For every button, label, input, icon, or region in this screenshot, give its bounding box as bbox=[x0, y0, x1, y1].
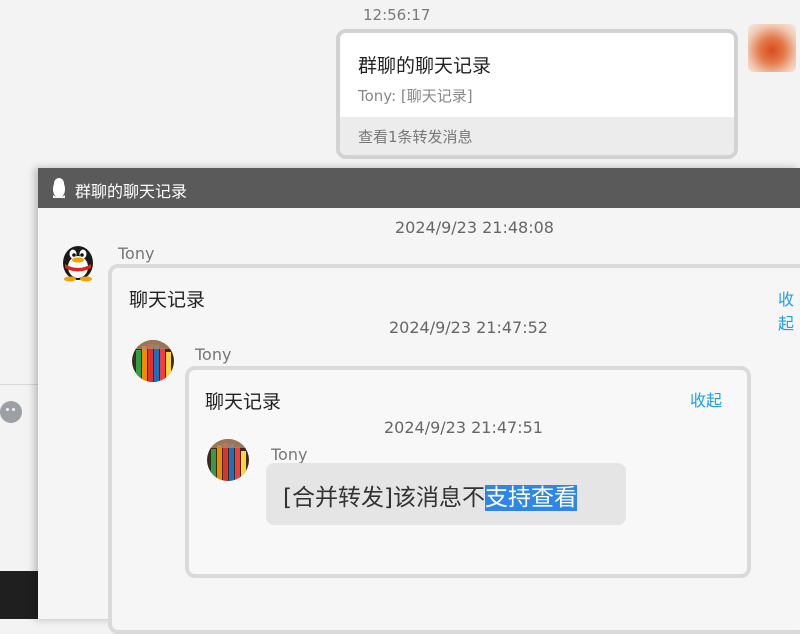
pencil-avatar[interactable] bbox=[207, 439, 249, 481]
forwarded-chat-card[interactable]: 群聊的聊天记录 Tony: [聊天记录] 查看1条转发消息 bbox=[336, 29, 738, 159]
collapse-link[interactable]: 收起 bbox=[778, 286, 800, 334]
penguin-avatar[interactable] bbox=[56, 238, 100, 282]
message-timestamp: 12:56:17 bbox=[363, 6, 431, 24]
message-bubble[interactable]: [合并转发]该消息不支持查看 bbox=[266, 463, 626, 525]
card-preview: Tony: [聊天记录] bbox=[358, 87, 473, 105]
message-timestamp: 2024/9/23 21:47:51 bbox=[384, 418, 543, 437]
record-title: 聊天记录 bbox=[205, 391, 282, 413]
nested-chat-record-card: 聊天记录 收起 2024/9/23 21:47:51 Tony [合并转发]该消… bbox=[185, 366, 751, 578]
message-text[interactable]: [合并转发]该消息不支持查看 bbox=[283, 478, 577, 512]
sender-name: Tony bbox=[271, 445, 308, 464]
taskbar-fragment bbox=[0, 571, 38, 619]
collapse-link[interactable]: 收起 bbox=[690, 387, 722, 411]
window-title: 群聊的聊天记录 bbox=[75, 182, 188, 201]
pencil-avatar[interactable] bbox=[132, 340, 174, 382]
sender-name: Tony bbox=[195, 345, 232, 364]
message-text-plain: [合并转发]该消息不 bbox=[283, 485, 485, 511]
chat-record-card: 聊天记录 收起 2024/9/23 21:47:52 Tony 聊天记录 收起 … bbox=[108, 264, 800, 634]
divider bbox=[0, 384, 38, 385]
avatar[interactable] bbox=[748, 24, 796, 72]
message-timestamp: 2024/9/23 21:48:08 bbox=[395, 218, 554, 237]
selected-text: 支持查看 bbox=[484, 485, 577, 511]
sender-name: Tony bbox=[118, 244, 155, 263]
emoji-icon[interactable] bbox=[0, 401, 22, 423]
card-title: 群聊的聊天记录 bbox=[358, 55, 492, 77]
chat-record-viewer-window: 群聊的聊天记录 2024/9/23 21:48:08 Tony 聊天记录 收起 … bbox=[38, 168, 800, 634]
card-footer[interactable]: 查看1条转发消息 bbox=[340, 117, 734, 155]
record-title: 聊天记录 bbox=[129, 289, 206, 311]
message-timestamp: 2024/9/23 21:47:52 bbox=[389, 318, 548, 337]
window-titlebar[interactable]: 群聊的聊天记录 bbox=[38, 168, 800, 208]
qq-penguin-icon bbox=[53, 178, 65, 198]
view-forwarded-messages-link[interactable]: 查看1条转发消息 bbox=[358, 126, 473, 147]
